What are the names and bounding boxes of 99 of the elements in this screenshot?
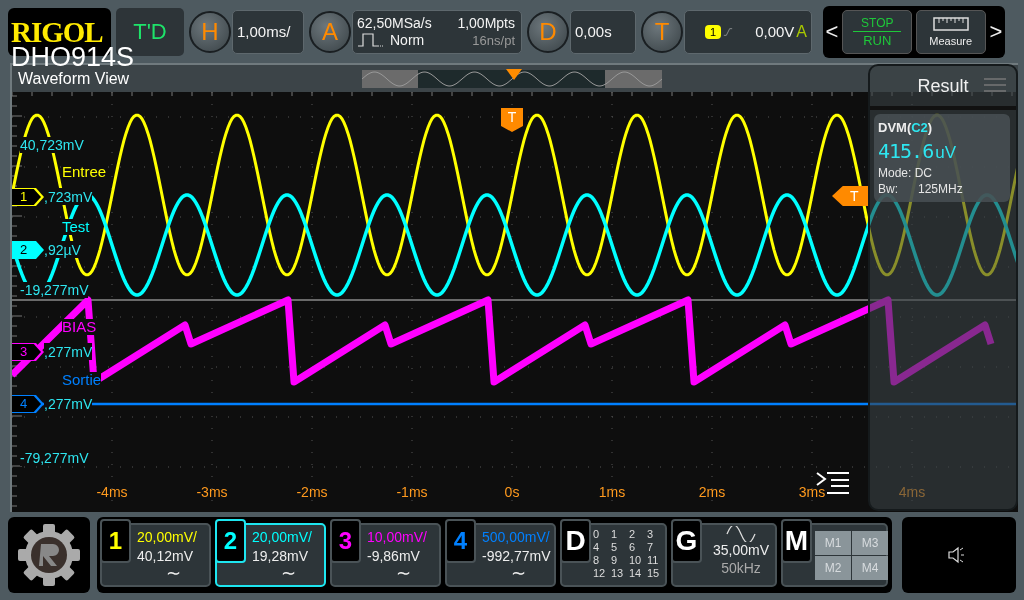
card-key: G [671,518,702,563]
channel-offset: -992,77mV [482,547,551,564]
menu-icon [984,78,1006,92]
channel-number: 2 [215,518,246,563]
trigger-position-icon [506,69,522,81]
axis-label: 2ms [698,484,726,500]
measure-button[interactable]: Measure [915,9,986,54]
channel-card[interactable]: 3 10,00mV/ -9,86mV ∼ [330,522,441,587]
bit-number: 3 [647,527,655,541]
axis-label: 1ms [598,484,626,500]
channel-marker[interactable]: 2 [12,241,44,259]
view-title: Waveform View [18,71,130,87]
bit-number: 4 [593,540,601,554]
coupling-symbol: ∼ [166,563,181,582]
bit-number: 13 [611,566,625,580]
channel-card[interactable]: 1 20,00mV/ 40,12mV ∼ [100,522,211,587]
mode-text: Mode: DC [878,166,934,180]
bit-number: 1 [611,527,619,541]
trigger-panel[interactable]: 1 0,00VA [684,9,812,54]
sine-wave-icon [726,525,756,542]
trigger-sweep: A [796,22,807,41]
bit-number: 7 [647,540,655,554]
scale-label: -79,277mV [20,450,89,466]
ruler-icon [932,16,969,32]
axis-label: -1ms [396,484,428,500]
channel-offset: -9,86mV [367,547,421,564]
digital-card[interactable]: D 0 1 2 3 4 5 6 7 8 9 10 11 12 13 14 15 [560,522,667,587]
panel-title: Result [917,75,969,97]
measurement-source: C2 [911,120,928,135]
bit-number: 15 [647,566,661,580]
volts-per-div: 500,00mV/ [482,528,551,545]
next-button[interactable]: > [989,18,1003,45]
coupling-symbol: ∼ [396,563,411,582]
generator-card[interactable]: G 35,00mV 50kHz [671,522,777,587]
axis-label: -3ms [196,484,228,500]
volts-per-div: 20,00mV/ [252,528,312,545]
bandwidth-value: 125MHz [918,182,963,196]
axis-label: 4ms [898,484,926,500]
generator-amplitude: 35,00mV [712,541,769,558]
home-button[interactable] [8,516,90,593]
offset-label: ,277mV [44,343,93,360]
bandwidth-label: Bw: [878,182,898,196]
stop-run-button[interactable]: STOP RUN [842,9,913,54]
measurement-value: 415.6 [878,139,934,163]
bit-number: 10 [629,553,643,567]
delay-display[interactable]: 0,00s [570,9,636,54]
memory-depth: 1,00Mpts [457,15,515,31]
channel-name: Entree [62,164,107,180]
axis-label: 0s [504,484,520,500]
channel-number: 1 [100,518,131,563]
channel-name: Test [62,219,90,235]
channel-marker[interactable]: 4 [12,395,44,413]
acquire-mode: Norm [390,32,425,48]
axis-label: -2ms [296,484,328,500]
generator-frequency: 50kHz [721,559,761,576]
channel-number: 3 [330,518,361,563]
sound-button[interactable] [902,516,1016,593]
channel-name: BIAS [62,319,97,335]
channel-marker[interactable]: 3 [12,343,44,361]
channel-card[interactable]: 2 20,00mV/ 19,28mV ∼ [215,522,326,587]
scale-label: 40,723mV [20,137,84,153]
volts-per-div: 20,00mV/ [137,528,197,545]
bit-number: 5 [611,540,619,554]
pulse-icon [357,32,385,48]
trigger-source-badge: 1 [705,24,722,39]
sample-rate: 62,50MSa/s [357,15,433,31]
axis-label: -4ms [96,484,128,500]
bit-number: 2 [629,527,637,541]
gear-icon [16,521,82,588]
bit-number: 6 [629,540,637,554]
channel-card[interactable]: 4 500,00mV/ -992,77mV ∼ [445,522,556,587]
bit-number: 9 [611,553,619,567]
acquire-panel[interactable]: 62,50MSa/s 1,00Mpts Norm 16ns/pt [352,9,522,54]
coupling-symbol: ∼ [511,563,526,582]
channel-name: Sortie [62,372,102,388]
measurement-unit: uV [935,143,956,163]
channel-offset: 40,12mV [137,547,195,564]
trigger-level: 0,00V [755,23,795,40]
bit-number: 8 [593,553,601,567]
measurement-label: ) [927,120,933,135]
channel-marker[interactable]: 1 [12,188,44,206]
measurement-label: DVM( [878,120,912,135]
channel-offset: 19,28mV [252,547,310,564]
bit-number: 0 [593,527,601,541]
axis-label: 3ms [798,484,826,500]
previous-button[interactable]: < [825,18,839,45]
offset-label: ,723mV [44,188,93,205]
timebase-display[interactable]: 1,00ms/ [232,9,304,54]
time-resolution: 16ns/pt [471,32,515,48]
volts-per-div: 10,00mV/ [367,528,427,545]
bit-number: 14 [629,566,643,580]
bit-number: 12 [593,566,607,580]
card-key: D [560,518,591,563]
channel-number: 4 [445,518,476,563]
scale-label: -19,277mV [20,282,89,298]
bit-number: 11 [647,553,660,567]
card-key: M [781,518,812,563]
offset-label: ,92µV [44,241,81,258]
coupling-symbol: ∼ [281,563,296,582]
